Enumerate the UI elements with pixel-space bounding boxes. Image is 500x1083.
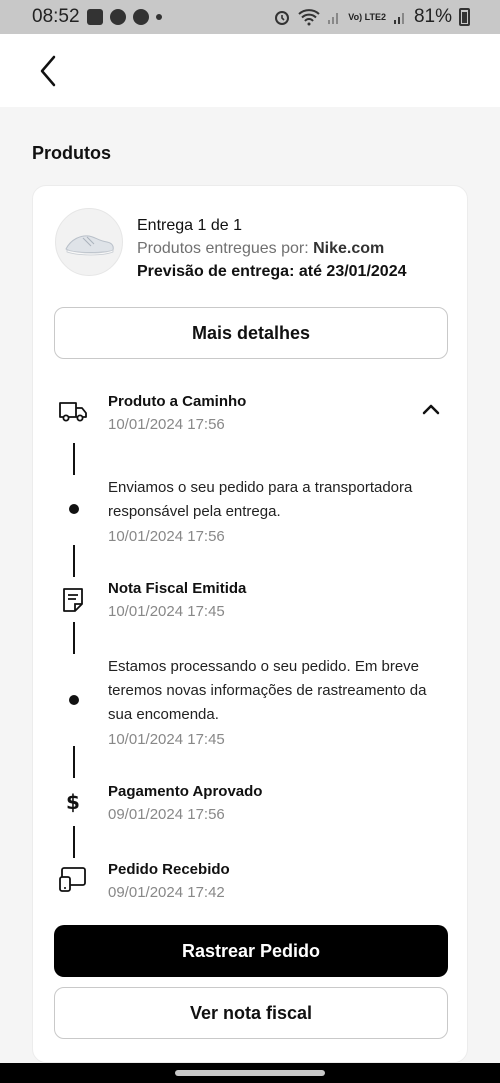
- timeline-dot: [69, 504, 79, 514]
- product-thumbnail[interactable]: [55, 208, 123, 276]
- timeline-connector: [73, 746, 75, 778]
- signal-icon-2: [393, 13, 404, 24]
- battery-percent: 81%: [413, 6, 452, 27]
- status-bar: 08:52 Vo) LTE2 81%: [0, 0, 500, 34]
- timeline-title: Pagamento Aprovado: [108, 783, 263, 800]
- battery-icon: [459, 8, 470, 26]
- timeline-connector: [73, 622, 75, 654]
- timeline-title: Produto a Caminho: [108, 393, 247, 410]
- timeline-status-item: Nota Fiscal Emitida 10/01/2024 17:45: [108, 579, 453, 623]
- timeline-date: 10/01/2024 17:56: [108, 528, 225, 545]
- wifi-icon: [298, 9, 320, 26]
- timeline-date: 10/01/2024 17:45: [108, 731, 225, 748]
- truck-icon: [57, 395, 89, 427]
- alarm-icon: [275, 11, 290, 25]
- signal-icon: [328, 13, 339, 24]
- more-details-button[interactable]: Mais detalhes: [54, 307, 448, 359]
- timeline-status-item: Pedido Recebido 09/01/2024 17:42: [108, 860, 453, 904]
- delivery-title: Entrega 1 de 1: [137, 217, 242, 234]
- timeline-connector: [73, 545, 75, 577]
- devices-icon: [57, 863, 89, 895]
- delivery-forecast: Previsão de entrega: até 23/01/2024: [137, 263, 407, 280]
- shoe-image: [65, 235, 114, 256]
- timeline-date: 10/01/2024 17:45: [108, 603, 225, 620]
- view-invoice-button[interactable]: Ver nota fiscal: [54, 987, 448, 1039]
- dollar-icon: $: [66, 790, 80, 814]
- status-time: 08:52: [32, 6, 80, 27]
- seller-name: Nike.com: [313, 240, 385, 257]
- timeline-connector: [73, 826, 75, 858]
- timeline-description: Enviamos o seu pedido para a transportad…: [108, 479, 413, 520]
- timeline-connector: [73, 443, 75, 475]
- timeline-event-item: Estamos processando o seu pedido. Em bre…: [108, 655, 453, 751]
- timeline-event-item: Enviamos o seu pedido para a transportad…: [108, 476, 453, 548]
- whatsapp-icon: [109, 9, 126, 25]
- timeline-title: Nota Fiscal Emitida: [108, 580, 247, 597]
- cloud-icon: [132, 9, 149, 25]
- navigation-bar: [0, 1063, 500, 1083]
- timeline-title: Pedido Recebido: [108, 861, 230, 878]
- gallery-icon: [86, 9, 103, 25]
- seller-prefix: Produtos entregues por:: [137, 240, 309, 257]
- delivery-card: Entrega 1 de 1 Produtos entregues por: N…: [32, 185, 468, 1063]
- chevron-up-icon[interactable]: [419, 398, 443, 422]
- timeline-date: 10/01/2024 17:56: [108, 416, 225, 433]
- timeline-date: 09/01/2024 17:42: [108, 884, 225, 901]
- track-order-button[interactable]: Rastrear Pedido: [54, 925, 448, 977]
- status-right: Vo) LTE2 81%: [273, 6, 470, 28]
- section-title: Produtos: [32, 143, 111, 163]
- delivery-info: Entrega 1 de 1 Produtos entregues por: N…: [137, 214, 407, 283]
- timeline-status-item: Pagamento Aprovado 09/01/2024 17:56: [108, 782, 453, 826]
- chevron-left-icon: [40, 55, 56, 87]
- timeline-dot: [69, 695, 79, 705]
- home-indicator[interactable]: [175, 1070, 325, 1076]
- more-notifications-icon: [155, 14, 162, 20]
- delivery-seller-line: Produtos entregues por: Nike.com: [137, 237, 407, 260]
- invoice-icon: [57, 584, 89, 616]
- timeline-description: Estamos processando o seu pedido. Em bre…: [108, 658, 427, 723]
- status-left: 08:52: [32, 6, 162, 28]
- network-label: Vo) LTE2: [348, 11, 386, 22]
- app-header: [0, 34, 500, 107]
- back-button[interactable]: [30, 52, 66, 90]
- timeline-status-item: Produto a Caminho 10/01/2024 17:56: [108, 392, 453, 436]
- timeline-date: 09/01/2024 17:56: [108, 806, 225, 823]
